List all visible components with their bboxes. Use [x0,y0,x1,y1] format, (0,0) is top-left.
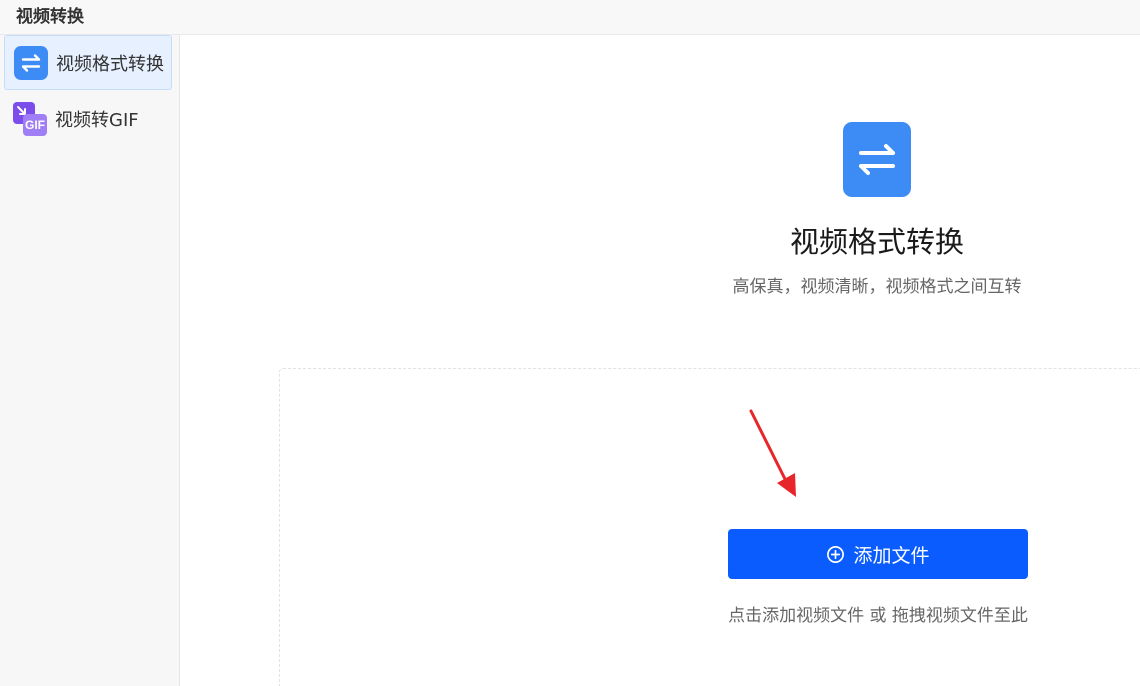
sidebar-item-label: 视频转GIF [55,109,139,131]
page-title: 视频格式转换 [789,225,964,259]
sidebar-item-video-to-gif[interactable]: GIF 视频转GIF [4,91,172,146]
add-file-button-label: 添加文件 [853,545,930,567]
window-title: 视频转换 [16,7,84,27]
swap-arrows-icon [843,122,911,197]
app-window: 视频转换 视频格式转换 GIF 视频转GIF 视频格式转换 高保真，视频清晰，视… [0,0,1140,686]
add-file-button[interactable]: 添加文件 [728,529,1028,579]
plus-circle-icon [827,545,845,563]
sidebar-item-label: 视频格式转换 [56,53,164,75]
swap-arrows-icon [14,45,48,80]
sidebar: 视频格式转换 GIF 视频转GIF [0,35,180,686]
sidebar-item-video-format-convert[interactable]: 视频格式转换 [4,35,172,90]
page-subtitle: 高保真，视频清晰，视频格式之间互转 [732,277,1022,297]
drop-hint-text: 点击添加视频文件 或 拖拽视频文件至此 [728,606,1028,626]
red-arrow-annotation [749,409,796,497]
gif-icon-text: GIF [23,113,47,136]
gif-icon: GIF [13,101,47,136]
main-panel: 视频格式转换 高保真，视频清晰，视频格式之间互转 添加文件 点击添加视频文件 或… [181,35,1140,686]
title-bar: 视频转换 [0,0,1140,35]
file-drop-zone[interactable] [279,368,1140,686]
